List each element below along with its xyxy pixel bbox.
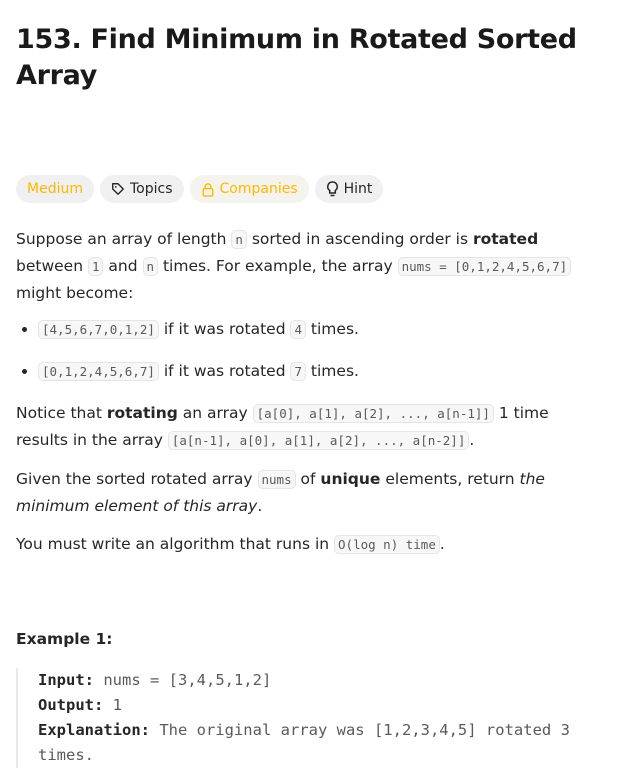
text-segment: Input:	[38, 671, 94, 689]
text-segment: .	[469, 431, 475, 449]
text-segment: rotating	[106, 404, 178, 422]
companies-button[interactable]: Companies	[189, 175, 309, 203]
text-segment: Explanation:	[38, 721, 150, 739]
rotation-paragraph: Notice that rotating an array [a[0], a[1…	[16, 400, 603, 454]
hint-label: Hint	[343, 181, 373, 197]
text-segment: 1	[87, 257, 104, 276]
list-item: [0,1,2,4,5,6,7] if it was rotated 7 time…	[38, 358, 603, 385]
text-segment: between	[16, 257, 88, 275]
text-segment: nums = [3,4,5,1,2]	[94, 671, 272, 689]
text-segment: [0,1,2,4,5,6,7]	[38, 362, 159, 381]
description-paragraph: Suppose an array of length n sorted in a…	[16, 226, 603, 306]
text-segment: 7	[290, 362, 306, 381]
tag-row: Medium Topics Companies Hint	[16, 175, 603, 203]
text-segment: times. For example, the array	[158, 257, 398, 275]
text-segment: [4,5,6,7,0,1,2]	[38, 320, 159, 339]
text-segment: if it was rotated	[158, 320, 291, 338]
text-segment: rotated	[472, 230, 539, 248]
text-segment: an array	[177, 404, 253, 422]
text-segment: if it was rotated	[158, 362, 291, 380]
text-segment: 4	[290, 320, 306, 339]
text-segment: elements, return	[380, 470, 520, 488]
text-segment: nums	[257, 470, 296, 489]
text-segment: .	[257, 497, 263, 515]
text-segment: Suppose an array of length	[16, 230, 232, 248]
complexity-paragraph: You must write an algorithm that runs in…	[16, 531, 603, 558]
text-segment: unique	[320, 470, 381, 488]
text-segment: [a[0], a[1], a[2], ..., a[n-1]]	[252, 404, 494, 423]
text-segment: You must write an algorithm that runs in	[16, 535, 335, 553]
problem-description: 153. Find Minimum in Rotated Sorted Arra…	[0, 0, 619, 768]
problem-title: 153. Find Minimum in Rotated Sorted Arra…	[16, 24, 577, 91]
hint-button[interactable]: Hint	[314, 175, 384, 203]
rotation-examples-list: [4,5,6,7,0,1,2] if it was rotated 4 time…	[16, 316, 603, 385]
lightbulb-icon	[326, 181, 338, 197]
text-segment: Notice that	[16, 404, 107, 422]
difficulty-badge[interactable]: Medium	[16, 175, 94, 203]
companies-label: Companies	[219, 181, 298, 197]
text-segment: n	[142, 257, 159, 276]
task-paragraph: Given the sorted rotated array nums of u…	[16, 466, 603, 519]
text-segment: might become:	[16, 284, 134, 302]
text-segment: 1	[103, 696, 122, 714]
topics-button[interactable]: Topics	[99, 175, 184, 203]
text-segment: times.	[306, 362, 359, 380]
text-segment: Output:	[38, 696, 104, 714]
text-segment: Given the sorted rotated array	[16, 470, 258, 488]
text-segment: n	[231, 230, 247, 249]
text-segment: O(log n) time	[334, 535, 440, 554]
text-segment: times.	[306, 320, 359, 338]
lock-icon	[202, 182, 213, 197]
text-segment: .	[439, 535, 445, 553]
topics-label: Topics	[129, 181, 173, 197]
text-segment: sorted in ascending order is	[246, 230, 473, 248]
example-block: Input: nums = [3,4,5,1,2] Output: 1 Expl…	[16, 668, 603, 768]
tag-icon	[112, 183, 124, 195]
text-segment: and	[103, 257, 143, 275]
list-item: [4,5,6,7,0,1,2] if it was rotated 4 time…	[38, 316, 603, 343]
text-segment: [a[n-1], a[0], a[1], a[2], ..., a[n-2]]	[167, 431, 470, 450]
example-heading: Example 1:	[16, 630, 113, 648]
text-segment: nums = [0,1,2,4,5,6,7]	[397, 257, 572, 276]
text-segment: of	[295, 470, 321, 488]
